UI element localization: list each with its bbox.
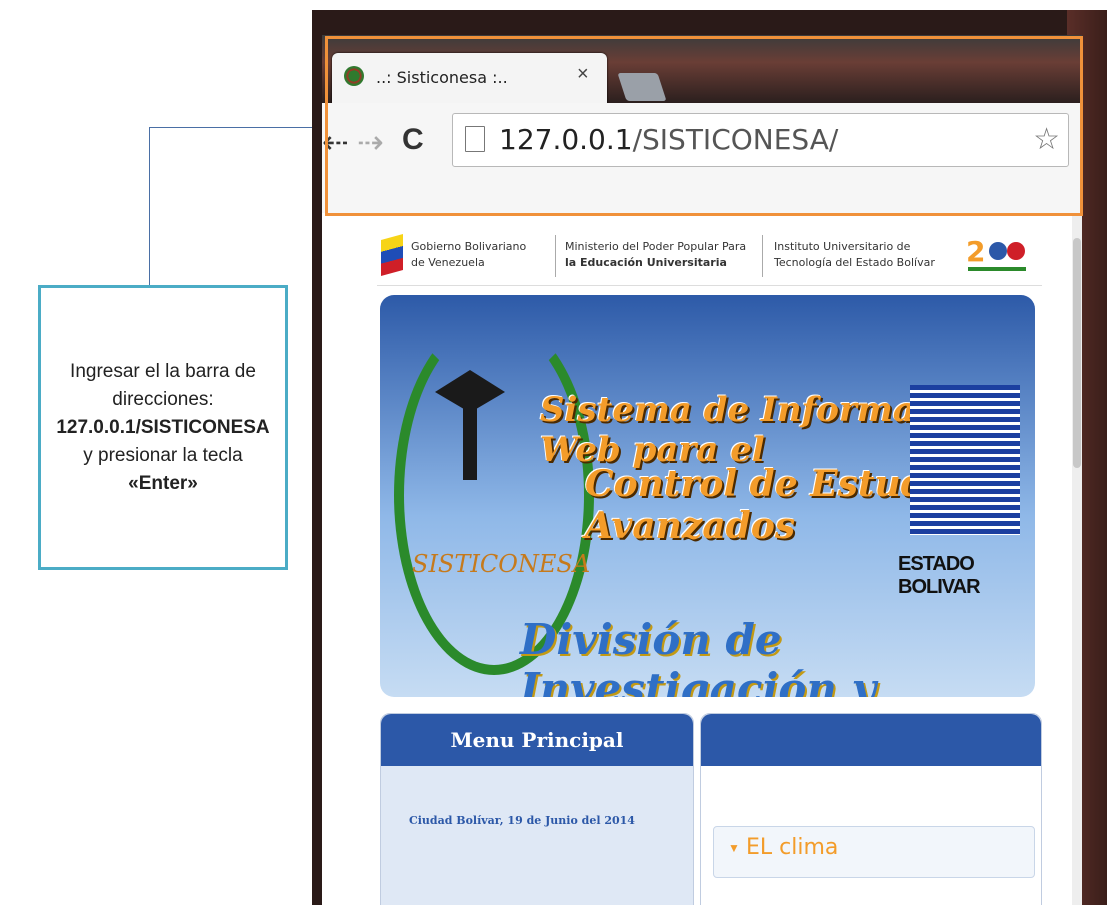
ministry-label: Ministerio del Poder Popular Para la Edu… <box>565 239 746 271</box>
institute-line-2: Tecnología del Estado Bolívar <box>774 256 935 269</box>
anniversary-logo-icon: 2 <box>966 235 1026 271</box>
expand-triangle-icon: ▼ <box>728 841 740 855</box>
svg-text:2: 2 <box>966 235 985 268</box>
main-menu-panel: Menu Principal Ciudad Bolívar, 19 de Jun… <box>380 713 694 905</box>
iut-label: ESTADO BOLIVAR <box>898 553 981 598</box>
ministry-line-2: la Educación Universitaria <box>565 256 727 269</box>
gov-line-2: de Venezuela <box>411 256 485 269</box>
banner-subtitle: División de Investigación y Postgrado <box>520 615 876 697</box>
weather-label: EL clima <box>746 835 839 860</box>
site-banner: SISTICONESA Sistema de Información Web p… <box>380 295 1035 697</box>
institute-line-1: Instituto Universitario de <box>774 240 911 253</box>
instruction-line-3: y presionar la tecla <box>83 444 243 466</box>
current-date: Ciudad Bolívar, 19 de Junio del 2014 <box>409 814 635 827</box>
main-menu-title: Menu Principal <box>381 714 693 766</box>
instruction-line-1: Ingresar el la barra de <box>70 360 256 382</box>
site-header: Gobierno Bolivariano de Venezuela Minist… <box>377 225 1042 286</box>
weather-widget[interactable]: ▼ EL clima <box>713 826 1035 878</box>
page-scrollbar[interactable] <box>1072 213 1082 905</box>
web-page: Gobierno Bolivariano de Venezuela Minist… <box>322 213 1082 905</box>
government-label: Gobierno Bolivariano de Venezuela <box>411 239 526 271</box>
header-divider <box>555 235 556 277</box>
venezuela-flag-icon <box>381 234 403 276</box>
iut-logo-icon <box>910 385 1020 535</box>
instruction-callout: Ingresar el la barra de direcciones: 127… <box>38 285 288 570</box>
connector-line-horizontal <box>149 127 317 128</box>
gov-line-1: Gobierno Bolivariano <box>411 240 527 253</box>
address-bar-highlight <box>325 36 1083 216</box>
header-divider <box>762 235 763 277</box>
connector-line-vertical <box>149 127 150 287</box>
content-panel: ▼ EL clima <box>700 713 1042 905</box>
instruction-line-2: direcciones: <box>112 388 214 410</box>
instruction-text: Ingresar el la barra de direcciones: 127… <box>50 358 275 498</box>
instruction-key: «Enter» <box>128 472 198 494</box>
ministry-line-1: Ministerio del Poder Popular Para <box>565 240 747 253</box>
scroll-thumb[interactable] <box>1073 238 1081 468</box>
banner-badge: SISTICONESA <box>412 550 591 578</box>
institute-label: Instituto Universitario de Tecnología de… <box>774 239 935 271</box>
content-panel-header <box>701 714 1041 766</box>
instruction-address: 127.0.0.1/SISTICONESA <box>56 416 270 438</box>
